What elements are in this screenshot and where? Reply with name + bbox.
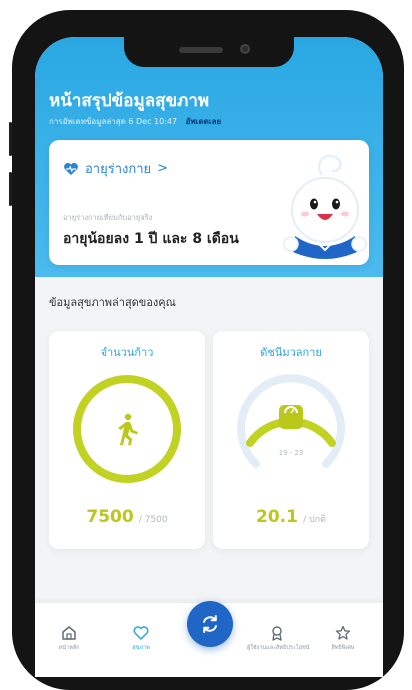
speaker [179, 47, 223, 53]
steps-card[interactable]: จำนวนก้าว 7500 / 7500 [49, 331, 205, 549]
bmi-normal-range: 19 - 23 [278, 449, 304, 457]
steps-progress-ring [73, 375, 181, 483]
update-now-link[interactable]: อัพเดตเลย [186, 117, 222, 126]
heart-pulse-icon [64, 162, 78, 175]
award-icon [272, 626, 282, 641]
bmi-status: / ปกติ [303, 515, 326, 525]
page-title: หน้าสรุปข้อมูลสุขภาพ [49, 91, 210, 111]
chevron-right-icon: > [157, 161, 169, 176]
star-icon [335, 625, 351, 640]
body-age-card[interactable]: อายุร่างกาย > อายุร่างกายเทียบกับอายุจริ… [49, 140, 369, 265]
sync-button[interactable] [187, 601, 233, 647]
steps-goal: / 7500 [138, 515, 168, 525]
tab-rewards-label: ผู้ใช้งานและสิทธิประโยชน์ [247, 645, 310, 651]
home-icon [62, 626, 76, 640]
side-button [9, 172, 12, 206]
steps-value: 7500 / 7500 [49, 507, 205, 527]
tab-health-label: สุขภาพ [132, 645, 150, 651]
last-update-label: การอัพเดทข้อมูลล่าสุด 6 Dec 10:47 [49, 117, 178, 126]
bmi-number: 20.1 [256, 507, 298, 527]
bmi-value: 20.1 / ปกติ [213, 507, 369, 527]
mascot-image [283, 152, 367, 259]
scale-icon [279, 405, 303, 429]
tab-privileges-label: สิทธิพิเศษ [331, 645, 355, 651]
steps-title: จำนวนก้าว [100, 346, 154, 359]
steps-count: 7500 [86, 507, 134, 527]
body-age-title: อายุร่างกาย [85, 162, 152, 177]
heart-icon [133, 626, 149, 640]
body-age-label: อายุร่างกายเทียบกับอายุจริง [63, 213, 153, 222]
section-title: ข้อมูลสุขภาพล่าสุดของคุณ [49, 296, 176, 309]
tab-privileges[interactable]: สิทธิพิเศษ [313, 625, 373, 652]
body-age-value: อายุน้อยลง 1 ปี และ 8 เดือน [63, 231, 239, 247]
bmi-title: ดัชนีมวลกาย [260, 346, 322, 359]
bmi-gauge [237, 374, 345, 468]
tab-home[interactable]: หน้าหลัก [39, 625, 99, 652]
tab-rewards[interactable]: ผู้ใช้งานและสิทธิประโยชน์ [247, 625, 310, 652]
side-button [9, 122, 12, 156]
walking-icon [118, 413, 138, 445]
app-screen: หน้าสรุปข้อมูลสุขภาพ การอัพเดทข้อมูลล่าส… [35, 37, 383, 677]
body-age-heading[interactable]: อายุร่างกาย > [63, 158, 168, 179]
sync-icon [203, 615, 217, 633]
last-update-text: การอัพเดทข้อมูลล่าสุด 6 Dec 10:47 อัพเดต… [49, 115, 221, 128]
front-camera [240, 44, 250, 54]
bmi-card[interactable]: ดัชนีมวลกาย 19 - 23 20.1 / ปกติ [213, 331, 369, 549]
tab-home-label: หน้าหลัก [58, 645, 80, 651]
tab-health[interactable]: สุขภาพ [111, 625, 171, 652]
notch [124, 37, 294, 67]
